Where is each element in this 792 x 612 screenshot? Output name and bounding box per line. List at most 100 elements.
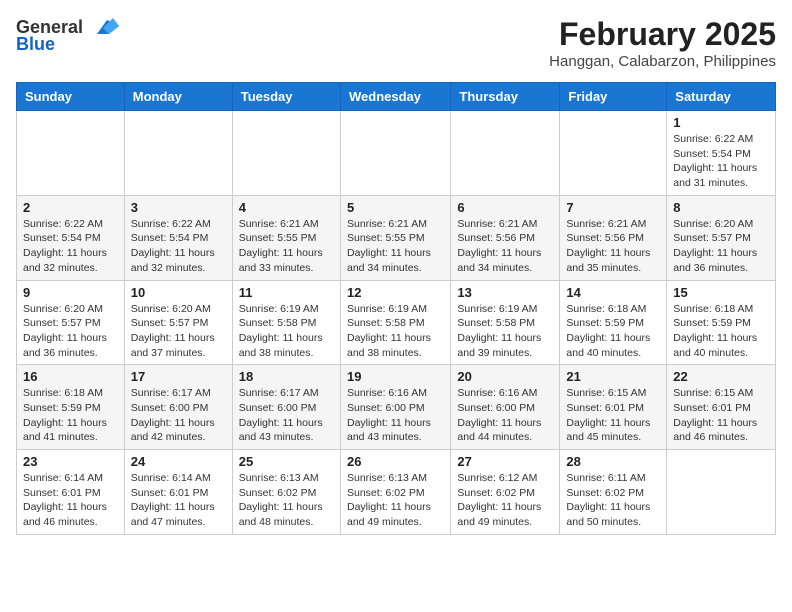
day-info: Sunrise: 6:21 AMSunset: 5:56 PMDaylight:… [457, 217, 553, 276]
day-info: Sunrise: 6:20 AMSunset: 5:57 PMDaylight:… [23, 302, 118, 361]
day-info: Sunrise: 6:20 AMSunset: 5:57 PMDaylight:… [131, 302, 226, 361]
day-number: 7 [566, 200, 660, 215]
col-sunday: Sunday [17, 83, 125, 111]
day-info: Sunrise: 6:11 AMSunset: 6:02 PMDaylight:… [566, 471, 660, 530]
col-thursday: Thursday [451, 83, 560, 111]
table-row: 28 Sunrise: 6:11 AMSunset: 6:02 PMDayligh… [560, 450, 667, 535]
day-info: Sunrise: 6:16 AMSunset: 6:00 PMDaylight:… [347, 386, 444, 445]
table-row [667, 450, 776, 535]
day-info: Sunrise: 6:22 AMSunset: 5:54 PMDaylight:… [131, 217, 226, 276]
logo: General Blue [16, 16, 119, 55]
table-row: 24 Sunrise: 6:14 AMSunset: 6:01 PMDayligh… [124, 450, 232, 535]
table-row: 17 Sunrise: 6:17 AMSunset: 6:00 PMDayligh… [124, 365, 232, 450]
day-number: 24 [131, 454, 226, 469]
day-number: 9 [23, 285, 118, 300]
calendar-week-row: 2Sunrise: 6:22 AMSunset: 5:54 PMDaylight… [17, 195, 776, 280]
day-number: 16 [23, 369, 118, 384]
calendar-title: February 2025 [549, 16, 776, 53]
table-row: 18 Sunrise: 6:17 AMSunset: 6:00 PMDayligh… [232, 365, 340, 450]
logo-blue-text: Blue [16, 34, 55, 55]
table-row [560, 111, 667, 196]
day-info: Sunrise: 6:20 AMSunset: 5:57 PMDaylight:… [673, 217, 769, 276]
table-row: 16 Sunrise: 6:18 AMSunset: 5:59 PMDayligh… [17, 365, 125, 450]
calendar-table: Sunday Monday Tuesday Wednesday Thursday… [16, 82, 776, 535]
table-row: 2Sunrise: 6:22 AMSunset: 5:54 PMDaylight… [17, 195, 125, 280]
day-info: Sunrise: 6:14 AMSunset: 6:01 PMDaylight:… [23, 471, 118, 530]
day-info: Sunrise: 6:18 AMSunset: 5:59 PMDaylight:… [566, 302, 660, 361]
day-number: 19 [347, 369, 444, 384]
table-row: 23 Sunrise: 6:14 AMSunset: 6:01 PMDayligh… [17, 450, 125, 535]
table-row: 10 Sunrise: 6:20 AMSunset: 5:57 PMDayligh… [124, 280, 232, 365]
col-saturday: Saturday [667, 83, 776, 111]
table-row: 5Sunrise: 6:21 AMSunset: 5:55 PMDaylight… [340, 195, 450, 280]
table-row: 3 Sunrise: 6:22 AMSunset: 5:54 PMDaylight… [124, 195, 232, 280]
day-info: Sunrise: 6:21 AMSunset: 5:55 PMDaylight:… [239, 217, 334, 276]
calendar-week-row: 9 Sunrise: 6:20 AMSunset: 5:57 PMDaylight… [17, 280, 776, 365]
day-info: Sunrise: 6:22 AMSunset: 5:54 PMDaylight:… [23, 217, 118, 276]
day-number: 6 [457, 200, 553, 215]
day-number: 5 [347, 200, 444, 215]
calendar-subtitle: Hanggan, Calabarzon, Philippines [549, 53, 776, 70]
day-info: Sunrise: 6:18 AMSunset: 5:59 PMDaylight:… [23, 386, 118, 445]
table-row: 6 Sunrise: 6:21 AMSunset: 5:56 PMDaylight… [451, 195, 560, 280]
calendar-week-row: 16 Sunrise: 6:18 AMSunset: 5:59 PMDayligh… [17, 365, 776, 450]
logo-bird-icon [87, 16, 119, 38]
title-area: February 2025 Hanggan, Calabarzon, Phili… [549, 16, 776, 70]
day-number: 13 [457, 285, 553, 300]
table-row: 8 Sunrise: 6:20 AMSunset: 5:57 PMDaylight… [667, 195, 776, 280]
day-number: 11 [239, 285, 334, 300]
table-row [232, 111, 340, 196]
day-number: 18 [239, 369, 334, 384]
table-row: 15Sunrise: 6:18 AMSunset: 5:59 PMDayligh… [667, 280, 776, 365]
day-number: 28 [566, 454, 660, 469]
table-row [124, 111, 232, 196]
table-row [451, 111, 560, 196]
day-number: 10 [131, 285, 226, 300]
table-row: 26Sunrise: 6:13 AMSunset: 6:02 PMDayligh… [340, 450, 450, 535]
table-row: 11 Sunrise: 6:19 AMSunset: 5:58 PMDayligh… [232, 280, 340, 365]
day-number: 27 [457, 454, 553, 469]
day-info: Sunrise: 6:21 AMSunset: 5:56 PMDaylight:… [566, 217, 660, 276]
table-row: 7 Sunrise: 6:21 AMSunset: 5:56 PMDaylight… [560, 195, 667, 280]
day-info: Sunrise: 6:15 AMSunset: 6:01 PMDaylight:… [566, 386, 660, 445]
col-wednesday: Wednesday [340, 83, 450, 111]
table-row: 20Sunrise: 6:16 AMSunset: 6:00 PMDayligh… [451, 365, 560, 450]
col-monday: Monday [124, 83, 232, 111]
day-number: 12 [347, 285, 444, 300]
col-tuesday: Tuesday [232, 83, 340, 111]
day-number: 8 [673, 200, 769, 215]
table-row: 4Sunrise: 6:21 AMSunset: 5:55 PMDaylight… [232, 195, 340, 280]
table-row: 21 Sunrise: 6:15 AMSunset: 6:01 PMDayligh… [560, 365, 667, 450]
day-info: Sunrise: 6:17 AMSunset: 6:00 PMDaylight:… [131, 386, 226, 445]
header: General Blue February 2025 Hanggan, Cala… [16, 16, 776, 70]
day-info: Sunrise: 6:19 AMSunset: 5:58 PMDaylight:… [457, 302, 553, 361]
day-info: Sunrise: 6:12 AMSunset: 6:02 PMDaylight:… [457, 471, 553, 530]
day-info: Sunrise: 6:15 AMSunset: 6:01 PMDaylight:… [673, 386, 769, 445]
day-number: 3 [131, 200, 226, 215]
table-row: 25 Sunrise: 6:13 AMSunset: 6:02 PMDayligh… [232, 450, 340, 535]
calendar-header-row: Sunday Monday Tuesday Wednesday Thursday… [17, 83, 776, 111]
day-number: 23 [23, 454, 118, 469]
calendar-week-row: 1Sunrise: 6:22 AMSunset: 5:54 PMDaylight… [17, 111, 776, 196]
table-row: 12 Sunrise: 6:19 AMSunset: 5:58 PMDayligh… [340, 280, 450, 365]
day-number: 14 [566, 285, 660, 300]
day-info: Sunrise: 6:14 AMSunset: 6:01 PMDaylight:… [131, 471, 226, 530]
table-row: 27 Sunrise: 6:12 AMSunset: 6:02 PMDayligh… [451, 450, 560, 535]
day-number: 22 [673, 369, 769, 384]
day-number: 25 [239, 454, 334, 469]
table-row: 22 Sunrise: 6:15 AMSunset: 6:01 PMDayligh… [667, 365, 776, 450]
day-number: 1 [673, 115, 769, 130]
col-friday: Friday [560, 83, 667, 111]
day-info: Sunrise: 6:19 AMSunset: 5:58 PMDaylight:… [347, 302, 444, 361]
table-row: 19 Sunrise: 6:16 AMSunset: 6:00 PMDayligh… [340, 365, 450, 450]
calendar-week-row: 23 Sunrise: 6:14 AMSunset: 6:01 PMDayligh… [17, 450, 776, 535]
day-number: 21 [566, 369, 660, 384]
table-row: 14 Sunrise: 6:18 AMSunset: 5:59 PMDayligh… [560, 280, 667, 365]
day-number: 17 [131, 369, 226, 384]
table-row: 9 Sunrise: 6:20 AMSunset: 5:57 PMDaylight… [17, 280, 125, 365]
table-row: 13 Sunrise: 6:19 AMSunset: 5:58 PMDayligh… [451, 280, 560, 365]
day-info: Sunrise: 6:17 AMSunset: 6:00 PMDaylight:… [239, 386, 334, 445]
day-number: 26 [347, 454, 444, 469]
day-info: Sunrise: 6:19 AMSunset: 5:58 PMDaylight:… [239, 302, 334, 361]
day-info: Sunrise: 6:13 AMSunset: 6:02 PMDaylight:… [239, 471, 334, 530]
